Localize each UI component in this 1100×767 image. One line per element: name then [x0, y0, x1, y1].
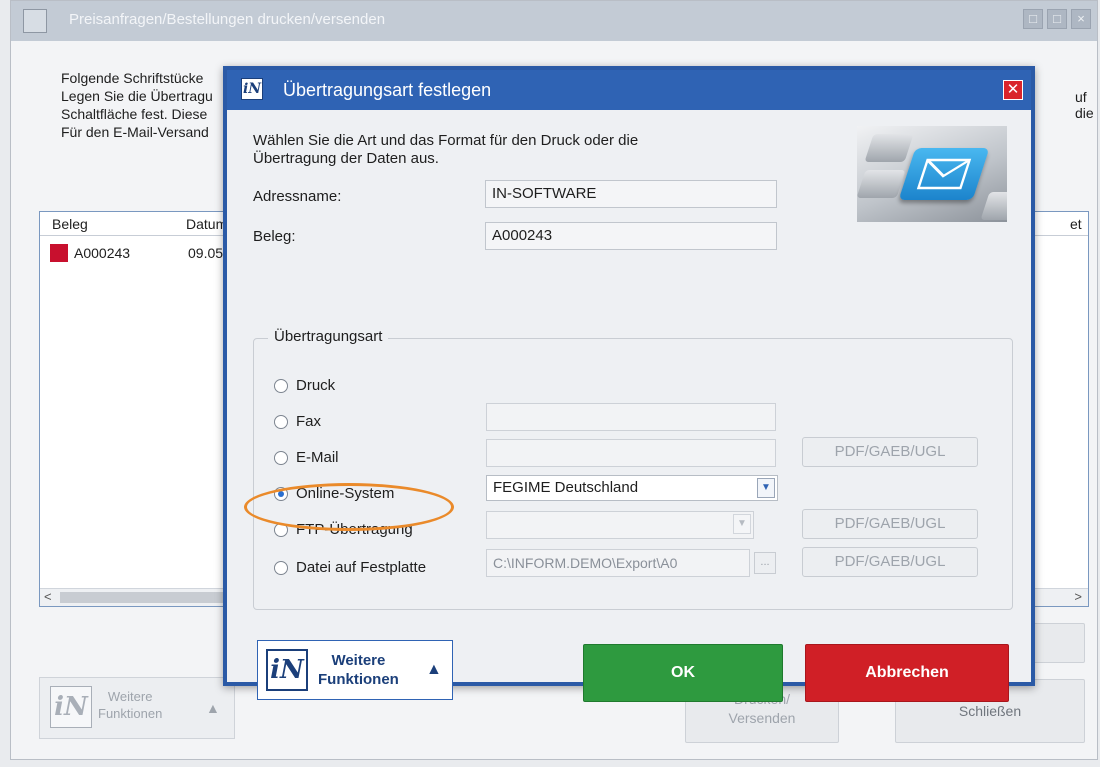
group-legend: Übertragungsart [268, 328, 389, 345]
dialog-title: Übertragungsart festlegen [283, 80, 492, 100]
window-controls: □ □ × [1023, 9, 1091, 29]
column-header-beleg[interactable]: Beleg [52, 216, 88, 232]
radio-circle-checked[interactable] [274, 486, 288, 501]
radio-circle[interactable] [274, 378, 288, 393]
fax-number-input[interactable] [486, 403, 776, 431]
inform-logo-icon: iN [266, 649, 308, 691]
radio-circle[interactable] [274, 450, 288, 465]
intro-line: Für den E-Mail-Versand [61, 124, 209, 140]
transfer-type-group: Übertragungsart Druck Fax E-Mail PDF/GAE… [253, 328, 1013, 610]
keyboard-key-shape [864, 134, 914, 162]
close-icon[interactable]: ✕ [1003, 80, 1023, 100]
status-flag-icon [50, 244, 68, 262]
scroll-right-icon[interactable]: > [1074, 589, 1082, 604]
dialog-body: Wählen Sie die Art und das Format für de… [227, 110, 1031, 702]
column-header-datum[interactable]: Datum [186, 216, 227, 232]
description-line1: Wählen Sie die Art und das Format für de… [253, 132, 639, 149]
column-header-partial[interactable]: et [1070, 216, 1082, 232]
weitere-funktionen-button[interactable]: iN Weitere Funktionen ▲ [257, 640, 453, 700]
radio-fax[interactable]: Fax [274, 413, 321, 430]
row-beleg: A000243 [74, 245, 131, 261]
radio-label-ftp: FTP-Übertragung [296, 521, 413, 538]
email-key-icon [898, 148, 990, 200]
address-label: Adressname: [253, 188, 342, 205]
description-line2: Übertragung der Daten aus. [253, 150, 439, 167]
address-field: IN-SOFTWARE [485, 180, 777, 208]
email-address-input[interactable] [486, 439, 776, 467]
app-logo-icon [23, 9, 47, 33]
intro-line: Legen Sie die Übertragu [61, 88, 213, 104]
radio-label-druck: Druck [296, 377, 336, 394]
ftp-select[interactable]: ▼ [486, 511, 754, 539]
weitere-line2: Funktionen [98, 706, 163, 721]
radio-label-fax: Fax [296, 413, 322, 430]
radio-circle[interactable] [274, 414, 288, 429]
transfer-type-dialog: iN Übertragungsart festlegen ✕ Wählen Si… [223, 66, 1035, 702]
cancel-button[interactable]: Abbrechen [805, 644, 1009, 702]
radio-label-online-system: Online-System [296, 485, 395, 502]
file-pdf-gaeb-ugl-button[interactable]: PDF/GAEB/UGL [802, 547, 978, 577]
radio-online-system[interactable]: Online-System [274, 485, 394, 502]
weitere-line1: Weitere [331, 652, 386, 669]
radio-label-email: E-Mail [296, 449, 339, 466]
inform-logo-icon: iN [50, 686, 92, 728]
background-weitere-funktionen-button: iN Weitere Funktionen ▲ [39, 677, 235, 739]
weitere-funktionen-label: Weitere Funktionen [318, 651, 399, 689]
intro-line: Folgende Schriftstücke [61, 70, 204, 86]
chevron-down-icon[interactable]: ▼ [757, 478, 775, 498]
scroll-left-icon[interactable]: < [44, 589, 52, 604]
background-weitere-label: Weitere Funktionen [98, 688, 162, 722]
scrollbar-thumb[interactable] [60, 592, 240, 603]
background-intro-text: Folgende Schriftstücke Legen Sie die Übe… [61, 69, 213, 141]
arrow-up-icon: ▲ [426, 661, 442, 678]
online-system-select[interactable]: FEGIME Deutschland ▼ [486, 475, 778, 501]
keyboard-key-shape [980, 192, 1007, 220]
weitere-line1: Weitere [107, 689, 153, 704]
intro-line: Schaltfläche fest. Diese [61, 106, 208, 122]
intro-right-fragment: uf die [1075, 89, 1094, 121]
ftp-pdf-gaeb-ugl-button[interactable]: PDF/GAEB/UGL [802, 509, 978, 539]
radio-ftp[interactable]: FTP-Übertragung [274, 521, 413, 538]
file-path-input[interactable]: C:\INFORM.DEMO\Export\A0 [486, 549, 750, 577]
radio-circle[interactable] [274, 560, 288, 575]
weitere-line2: Funktionen [318, 671, 399, 688]
dialog-description: Wählen Sie die Art und das Format für de… [253, 132, 638, 168]
background-window-title: Preisanfragen/Bestellungen drucken/verse… [69, 11, 386, 28]
radio-label-datei: Datei auf Festplatte [296, 559, 427, 576]
radio-druck[interactable]: Druck [274, 377, 335, 394]
radio-circle[interactable] [274, 522, 288, 537]
envelope-icon [916, 158, 972, 190]
browse-button[interactable]: ... [754, 552, 776, 574]
drucken-line2: Versenden [728, 710, 796, 726]
email-pdf-gaeb-ugl-button[interactable]: PDF/GAEB/UGL [802, 437, 978, 467]
beleg-field: A000243 [485, 222, 777, 250]
keyboard-key-shape [857, 170, 906, 198]
beleg-label: Beleg: [253, 228, 296, 245]
radio-datei-auf-festplatte[interactable]: Datei auf Festplatte [274, 559, 426, 576]
arrow-up-icon: ▲ [206, 700, 220, 716]
inform-logo-icon: iN [241, 78, 263, 100]
email-keyboard-image [857, 126, 1007, 222]
radio-email[interactable]: E-Mail [274, 449, 339, 466]
minimize-icon[interactable]: □ [1023, 9, 1043, 29]
row-datum: 09.05 [188, 245, 224, 261]
dialog-titlebar: iN Übertragungsart festlegen ✕ [227, 70, 1031, 110]
maximize-icon[interactable]: □ [1047, 9, 1067, 29]
online-system-value: FEGIME Deutschland [493, 479, 639, 496]
chevron-down-icon[interactable]: ▼ [733, 514, 751, 534]
close-icon[interactable]: × [1071, 9, 1091, 29]
background-titlebar: Preisanfragen/Bestellungen drucken/verse… [11, 1, 1097, 41]
ok-button[interactable]: OK [583, 644, 783, 702]
